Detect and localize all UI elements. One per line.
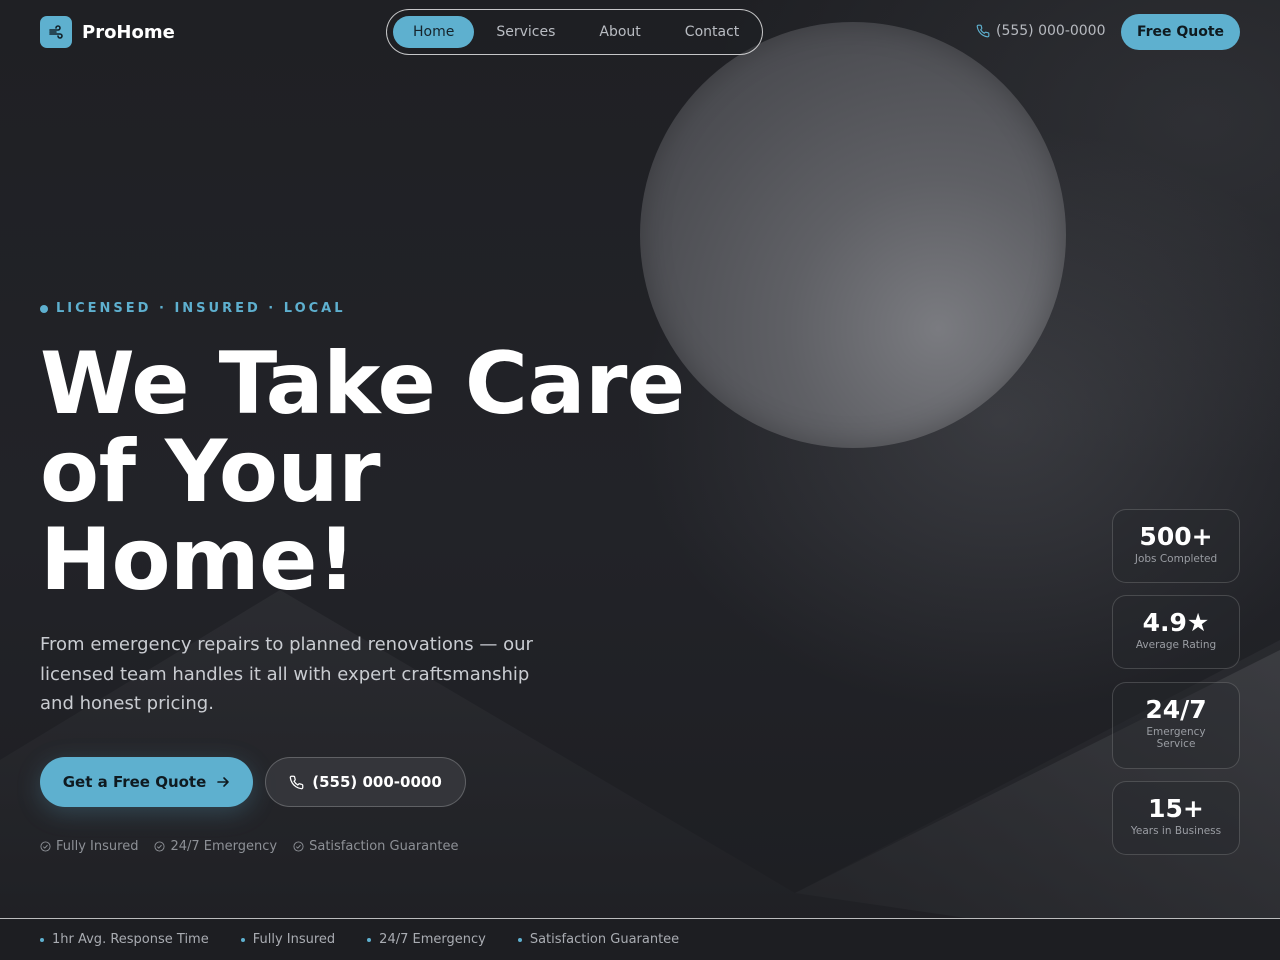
- hero-headline: We Take Care of Your Home!: [40, 340, 740, 604]
- phone-icon: [289, 775, 304, 789]
- strip-label: 24/7 Emergency: [379, 932, 486, 947]
- headline-line-2: of Your: [40, 422, 381, 522]
- header-phone-link[interactable]: (555) 000-0000: [976, 23, 1106, 39]
- brand-logo[interactable]: ProHome: [40, 16, 175, 48]
- check-circle-icon: [40, 841, 51, 852]
- stat-label: Emergency Service: [1146, 726, 1206, 750]
- brand-name: ProHome: [82, 21, 175, 43]
- hero-eyebrow: LICENSED · INSURED · LOCAL: [40, 301, 346, 316]
- check-circle-icon: [154, 841, 165, 852]
- trust-label: 24/7 Emergency: [170, 839, 278, 854]
- wind-icon: [40, 16, 72, 48]
- stat-value: 4.9★: [1142, 608, 1210, 637]
- eyebrow-dot: [40, 304, 48, 313]
- eyebrow-text: LICENSED · INSURED · LOCAL: [56, 301, 346, 316]
- headline-line-3: Home!: [40, 510, 356, 610]
- stat-label: Average Rating: [1135, 639, 1217, 651]
- nav-contact[interactable]: Contact: [663, 16, 761, 48]
- check-circle-icon: [293, 841, 304, 852]
- stat-card-years: 15+ Years in Business: [1112, 781, 1240, 855]
- call-phone-button[interactable]: (555) 000-0000: [265, 757, 466, 807]
- trust-label: Fully Insured: [56, 839, 139, 854]
- bullet-dot: [517, 937, 522, 942]
- arrow-right-icon: [217, 777, 230, 787]
- strip-label: 1hr Avg. Response Time: [52, 932, 209, 947]
- strip-label: Satisfaction Guarantee: [529, 932, 680, 947]
- site-header: ProHome Home Services About Contact (555…: [0, 0, 1280, 64]
- bullet-dot: [367, 937, 372, 942]
- strip-item: Fully Insured: [240, 932, 336, 947]
- free-quote-button[interactable]: Free Quote: [1121, 14, 1240, 50]
- feature-strip: 1hr Avg. Response Time Fully Insured 24/…: [0, 918, 1280, 960]
- phone-icon: [976, 24, 990, 38]
- trust-badges: Fully Insured 24/7 Emergency Satisfactio…: [40, 839, 458, 854]
- headline-line-1: We Take Care: [40, 334, 685, 434]
- stat-label: Jobs Completed: [1134, 553, 1218, 565]
- stat-card-rating: 4.9★ Average Rating: [1112, 595, 1240, 669]
- stat-value: 15+: [1148, 794, 1204, 823]
- cta-secondary-label: (555) 000-0000: [312, 773, 442, 791]
- nav-services[interactable]: Services: [474, 16, 577, 48]
- stat-value: 500+: [1139, 522, 1213, 551]
- nav-about[interactable]: About: [577, 16, 662, 48]
- hero-subtext: From emergency repairs to planned renova…: [40, 634, 533, 714]
- stat-label: Years in Business: [1130, 825, 1222, 837]
- strip-item: 24/7 Emergency: [367, 932, 486, 947]
- main-nav: Home Services About Contact: [386, 9, 763, 55]
- bullet-dot: [40, 937, 44, 942]
- strip-item: Satisfaction Guarantee: [517, 932, 680, 947]
- stat-value: 24/7: [1145, 695, 1207, 724]
- trust-item: 24/7 Emergency: [154, 839, 277, 854]
- stat-card-jobs: 500+ Jobs Completed: [1112, 509, 1240, 583]
- trust-item: Satisfaction Guarantee: [293, 839, 458, 854]
- stat-card-emergency: 24/7 Emergency Service: [1112, 682, 1240, 769]
- bullet-dot: [240, 937, 245, 942]
- get-free-quote-button[interactable]: Get a Free Quote: [40, 757, 253, 807]
- header-phone-number: (555) 000-0000: [996, 23, 1106, 39]
- strip-label: Fully Insured: [252, 932, 336, 947]
- strip-item: 1hr Avg. Response Time: [40, 932, 209, 947]
- nav-home[interactable]: Home: [393, 16, 475, 48]
- cta-primary-label: Get a Free Quote: [62, 773, 207, 791]
- trust-item: Fully Insured: [40, 839, 138, 854]
- trust-label: Satisfaction Guarantee: [309, 839, 459, 854]
